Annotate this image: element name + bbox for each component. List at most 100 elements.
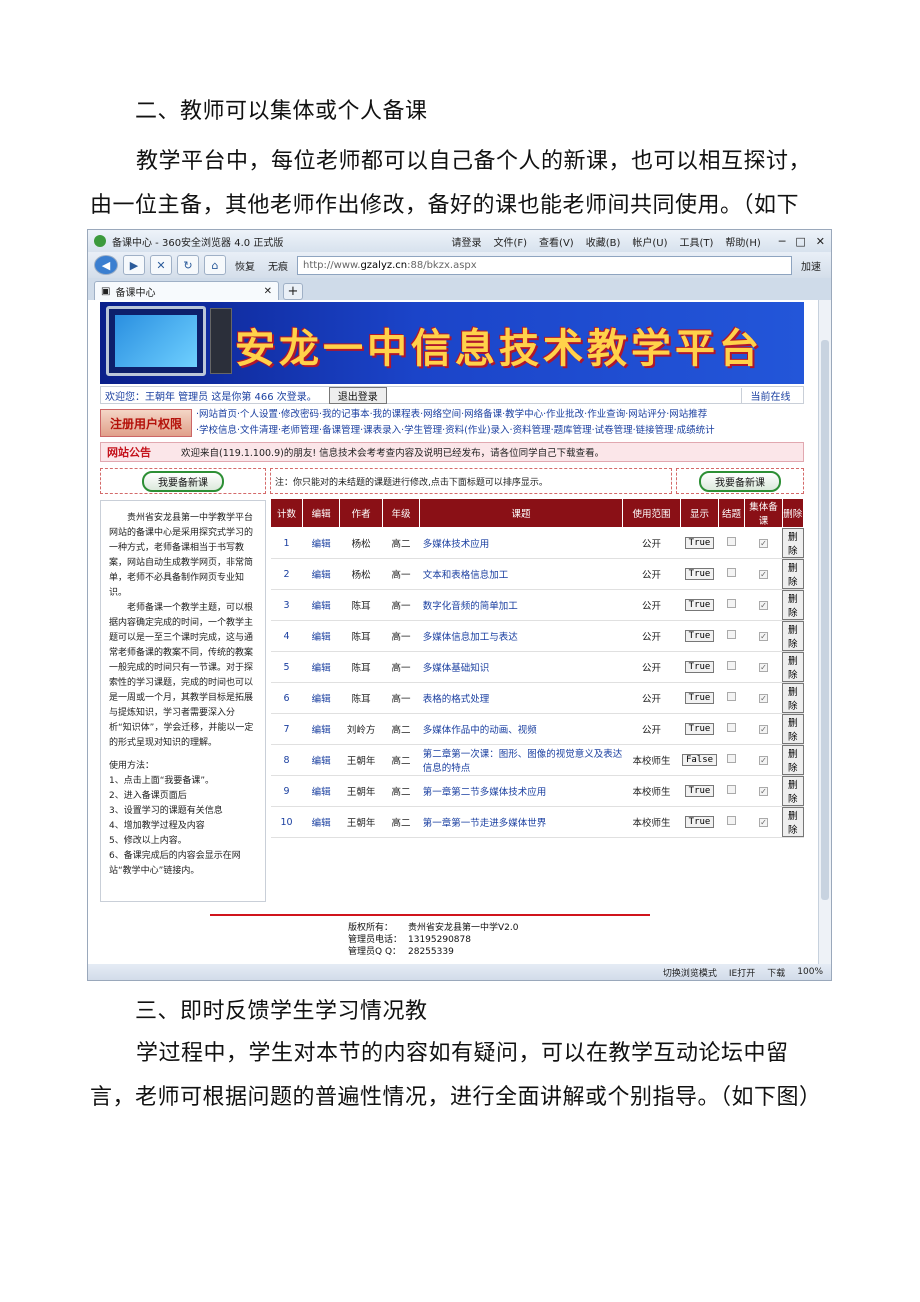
delete-button[interactable]: 删除 [782,714,804,744]
closed-checkbox[interactable] [726,785,736,794]
display-toggle-button[interactable]: False [681,754,718,766]
delete-button[interactable]: 删除 [782,590,804,620]
new-lesson-button-left[interactable]: 我要备新课 [142,470,224,492]
stop-icon[interactable]: ✕ [150,255,172,275]
closed-checkbox[interactable] [726,754,736,763]
delete-button[interactable]: 删除 [782,528,804,558]
delete-button[interactable]: 删除 [782,559,804,589]
edit-link[interactable]: 编辑 [302,806,340,838]
close-tab-icon[interactable]: ✕ [264,286,272,297]
browser-menu-item[interactable]: 帮助(H) [725,234,760,249]
column-header[interactable]: 结题 [717,498,746,528]
nav-line-1[interactable]: ·网站首页·个人设置·修改密码·我的记事本·我的课程表·网络空间·网络备课·教学… [196,407,804,423]
collective-checkbox[interactable]: ✓ [758,755,768,765]
column-header[interactable]: 课题 [419,498,623,528]
refresh-icon[interactable]: ↻ [177,255,199,275]
closed-checkbox[interactable] [726,661,736,670]
delete-button[interactable]: 删除 [782,683,804,713]
column-header[interactable]: 使用范围 [621,498,682,528]
collective-checkbox[interactable]: ✓ [758,538,768,548]
topic-link[interactable]: 多媒体作品中的动画、视频 [419,713,623,745]
home-icon[interactable]: ⌂ [204,255,226,275]
edit-link[interactable]: 编辑 [302,744,340,776]
collective-checkbox[interactable]: ✓ [758,662,768,672]
edit-link[interactable]: 编辑 [302,713,340,745]
edit-link[interactable]: 编辑 [302,682,340,714]
delete-button[interactable]: 删除 [782,652,804,682]
closed-checkbox[interactable] [726,630,736,639]
display-toggle-button[interactable]: True [684,537,715,549]
tab-lesson-center[interactable]: ▣ 备课中心 ✕ [94,281,279,300]
delete-button[interactable]: 删除 [782,776,804,806]
topic-link[interactable]: 第一章第二节多媒体技术应用 [419,775,623,807]
vertical-scrollbar[interactable] [818,300,831,966]
closed-checkbox[interactable] [726,599,736,608]
column-header[interactable]: 作者 [339,498,383,528]
edit-link[interactable]: 编辑 [302,558,340,590]
collective-checkbox[interactable]: ✓ [758,724,768,734]
browser-menu-item[interactable]: 文件(F) [493,234,527,249]
edit-link[interactable]: 编辑 [302,620,340,652]
topic-link[interactable]: 第二章第一次课：图形、图像的视觉意义及表达信息的特点 [419,744,623,776]
display-toggle-button[interactable]: True [684,661,715,673]
online-link[interactable]: 当前在线 [741,387,799,403]
new-tab-button[interactable]: + [283,283,303,300]
maximize-icon[interactable]: □ [795,235,805,248]
topic-link[interactable]: 表格的格式处理 [419,682,623,714]
address-bar[interactable]: http://www. gzalyz.cn:88/bkzx.aspx [297,255,792,275]
closed-checkbox[interactable] [726,692,736,701]
closed-checkbox[interactable] [726,816,736,825]
display-toggle-button[interactable]: True [684,630,715,642]
restore-button[interactable]: 恢复 [231,258,259,273]
browser-menu-item[interactable]: 帐户(U) [632,234,667,249]
delete-button[interactable]: 删除 [782,807,804,837]
browser-menu-item[interactable]: 查看(V) [539,234,574,249]
topic-link[interactable]: 多媒体技术应用 [419,527,623,559]
collective-checkbox[interactable]: ✓ [758,786,768,796]
display-toggle-button[interactable]: True [684,692,715,704]
logout-button[interactable]: 退出登录 [328,386,387,404]
display-toggle-button[interactable]: True [684,723,715,735]
back-icon[interactable]: ◀ [94,255,118,275]
column-header[interactable]: 年级 [381,498,421,528]
collective-checkbox[interactable]: ✓ [758,693,768,703]
edit-link[interactable]: 编辑 [302,775,340,807]
minimize-icon[interactable]: ─ [779,235,786,248]
topic-link[interactable]: 数字化音频的简单加工 [419,589,623,621]
topic-link[interactable]: 文本和表格信息加工 [419,558,623,590]
close-icon[interactable]: ✕ [816,235,825,248]
delete-button[interactable]: 删除 [782,745,804,775]
status-item[interactable]: IE打开 [729,966,755,979]
nav-line-2[interactable]: ·学校信息·文件清理·老师管理·备课管理·课表录入·学生管理·资料(作业)录入·… [196,423,804,439]
column-header[interactable]: 集体备课 [744,498,783,528]
topic-link[interactable]: 多媒体基础知识 [419,651,623,683]
display-toggle-button[interactable]: True [684,785,715,797]
accelerate-button[interactable]: 加速 [797,258,825,273]
new-lesson-button-right[interactable]: 我要备新课 [699,470,781,492]
forward-icon[interactable]: ▶ [123,255,145,275]
column-header[interactable]: 删除 [781,498,805,528]
collective-checkbox[interactable]: ✓ [758,569,768,579]
topic-link[interactable]: 第一章第一节走进多媒体世界 [419,806,623,838]
closed-checkbox[interactable] [726,568,736,577]
edit-link[interactable]: 编辑 [302,589,340,621]
display-toggle-button[interactable]: True [684,599,715,611]
status-item[interactable]: 切换浏览模式 [663,966,717,979]
no-trace-button[interactable]: 无痕 [264,258,292,273]
browser-menu-item[interactable]: 请登录 [451,234,481,249]
edit-link[interactable]: 编辑 [302,651,340,683]
topic-link[interactable]: 多媒体信息加工与表达 [419,620,623,652]
edit-link[interactable]: 编辑 [302,527,340,559]
status-item[interactable]: 100% [797,967,823,977]
closed-checkbox[interactable] [726,537,736,546]
column-header[interactable]: 显示 [680,498,719,528]
browser-menu-item[interactable]: 收藏(B) [586,234,621,249]
delete-button[interactable]: 删除 [782,621,804,651]
column-header[interactable]: 计数 [270,498,303,528]
column-header[interactable]: 编辑 [301,498,341,528]
collective-checkbox[interactable]: ✓ [758,631,768,641]
scrollbar-thumb[interactable] [821,340,829,900]
collective-checkbox[interactable]: ✓ [758,817,768,827]
display-toggle-button[interactable]: True [684,816,715,828]
display-toggle-button[interactable]: True [684,568,715,580]
